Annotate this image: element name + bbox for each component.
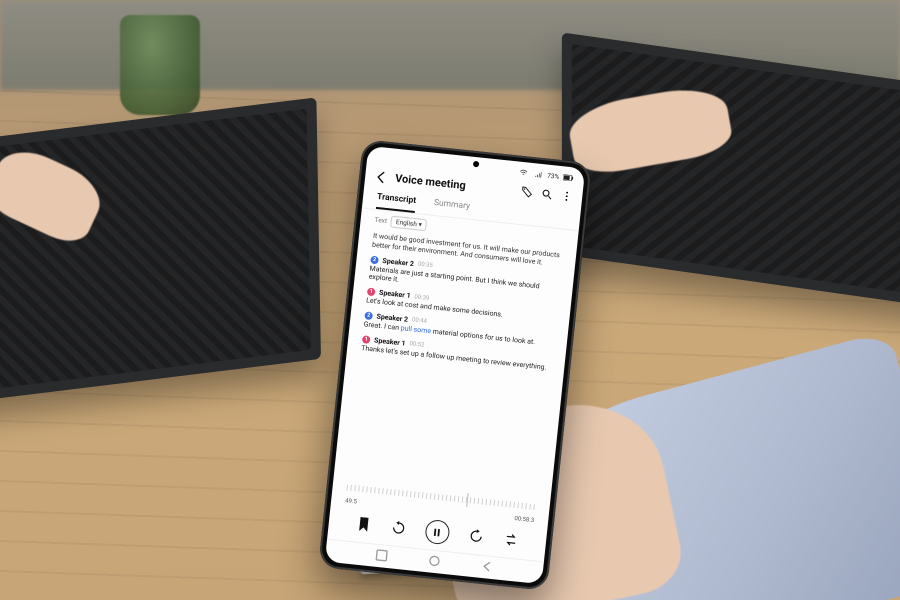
total-time: 00:58.3	[514, 515, 535, 524]
search-icon[interactable]	[540, 188, 553, 201]
battery-text: 73%	[547, 172, 560, 181]
signal-icon	[532, 168, 545, 181]
bookmark-button[interactable]	[355, 516, 373, 534]
forward-button[interactable]	[467, 527, 485, 545]
nav-back[interactable]	[480, 560, 493, 573]
back-button[interactable]	[375, 170, 388, 183]
repeat-button[interactable]	[502, 531, 520, 549]
rewind-button[interactable]	[390, 519, 408, 537]
utterance-time: 00:35	[418, 261, 434, 270]
wifi-icon	[517, 166, 530, 179]
utterance-time: 00:44	[412, 317, 428, 326]
phone-frame: 73% Voice meeting Transcript Summary	[318, 139, 592, 591]
speaker-badge: 1	[362, 335, 371, 344]
language-select[interactable]: English ▾	[390, 216, 427, 232]
battery-icon	[562, 171, 575, 184]
more-icon[interactable]	[560, 190, 573, 203]
phone-screen: 73% Voice meeting Transcript Summary	[325, 146, 585, 584]
chevron-down-icon: ▾	[418, 220, 422, 228]
speaker-badge: 2	[370, 255, 379, 264]
photo-scene: 73% Voice meeting Transcript Summary	[0, 0, 900, 600]
play-button[interactable]	[424, 519, 450, 545]
tab-summary[interactable]: Summary	[433, 195, 471, 219]
speaker-badge: 1	[367, 287, 376, 296]
speaker-badge: 2	[364, 311, 373, 320]
phone: 73% Voice meeting Transcript Summary	[318, 139, 592, 591]
current-time: 49.5	[345, 497, 357, 505]
nav-recents[interactable]	[375, 549, 388, 562]
laptop-left	[0, 97, 321, 402]
utterance-time: 00:39	[414, 293, 430, 302]
tag-icon[interactable]	[520, 185, 533, 198]
transcript-body[interactable]: It would be good investment for us. It w…	[334, 226, 577, 497]
utterance-time: 00:52	[409, 340, 425, 349]
nav-home[interactable]	[428, 554, 441, 567]
tab-transcript[interactable]: Transcript	[376, 189, 417, 213]
glass-object	[120, 15, 200, 115]
language-label: Text	[374, 216, 387, 225]
